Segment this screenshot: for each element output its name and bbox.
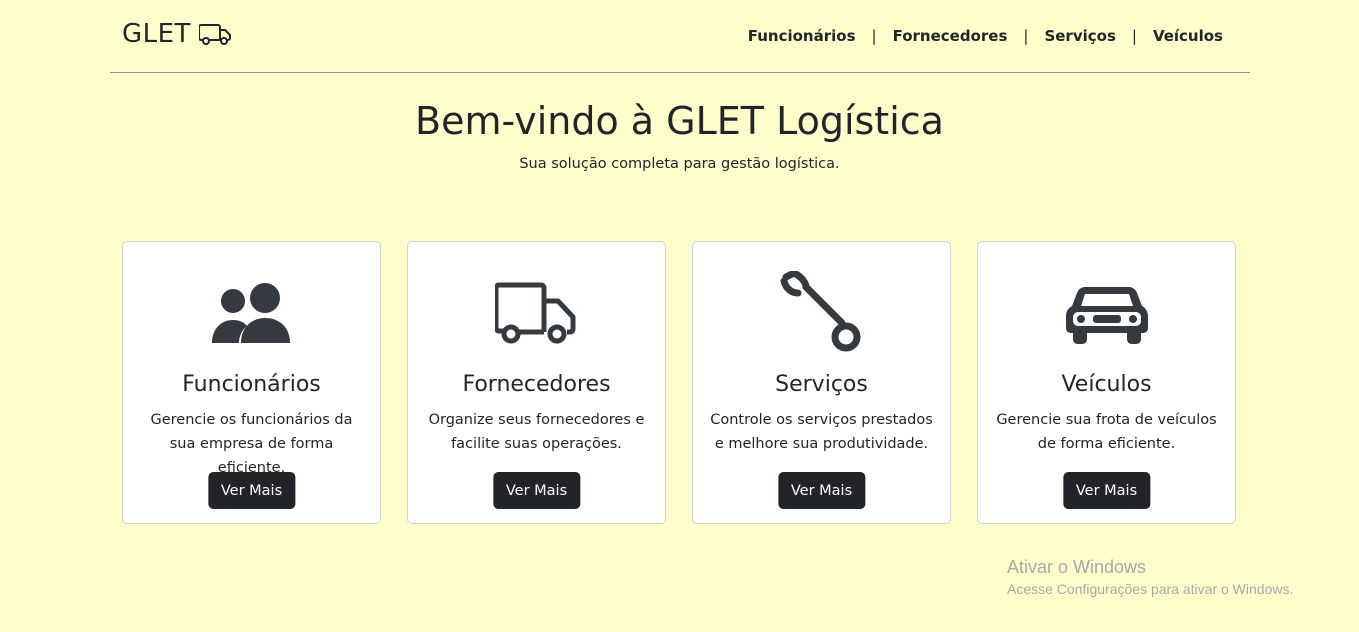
card-description: Organize seus fornecedores e facilite su…: [428, 412, 645, 452]
ver-mais-button-funcionarios[interactable]: Ver Mais: [207, 472, 296, 509]
card-title: Veículos: [1061, 372, 1152, 397]
truck-icon: [198, 24, 231, 45]
watermark-subtitle: Acesse Configurações para ativar o Windo…: [1007, 581, 1294, 597]
site-header: GLET Funcionários | Fornecedores | Servi…: [110, 0, 1250, 73]
people-icon: [211, 283, 290, 343]
nav-separator: |: [1131, 27, 1137, 45]
main-nav: Funcionários | Fornecedores | Serviços |…: [748, 27, 1223, 45]
card-title: Serviços: [775, 372, 868, 397]
watermark-title: Ativar o Windows: [1007, 557, 1147, 577]
ver-mais-button-veiculos[interactable]: Ver Mais: [1062, 472, 1151, 509]
nav-link-funcionarios[interactable]: Funcionários: [748, 27, 856, 45]
card-title: Funcionários: [182, 372, 321, 397]
car-icon: [1065, 287, 1148, 344]
page-title: Bem-vindo à GLET Logística: [415, 99, 944, 143]
wrench-icon: [780, 271, 860, 352]
nav-link-veiculos[interactable]: Veículos: [1153, 27, 1223, 45]
page-subtitle: Sua solução completa para gestão logísti…: [519, 156, 840, 172]
card-description: Gerencie os funcionários da sua empresa …: [150, 412, 353, 476]
brand-logo[interactable]: GLET: [122, 19, 232, 49]
ver-mais-button-servicos[interactable]: Ver Mais: [777, 472, 866, 509]
nav-link-fornecedores[interactable]: Fornecedores: [893, 27, 1008, 45]
windows-activation-watermark: Ativar o Windows Acesse Configurações pa…: [1007, 557, 1293, 597]
ver-mais-button-fornecedores[interactable]: Ver Mais: [492, 472, 581, 509]
truck-icon: [494, 282, 575, 344]
card-fornecedores: Fornecedores Organize seus fornecedores …: [407, 241, 666, 524]
card-description: Gerencie sua frota de veículos de forma …: [996, 412, 1217, 452]
brand-name: GLET: [122, 19, 191, 49]
card-title: Fornecedores: [462, 372, 611, 397]
card-description: Controle os serviços prestados e melhore…: [710, 412, 933, 452]
card-funcionarios: Funcionários Gerencie os funcionários da…: [122, 241, 381, 524]
card-servicos: Serviços Controle os serviços prestados …: [692, 241, 951, 524]
nav-separator: |: [871, 27, 877, 45]
nav-link-servicos[interactable]: Serviços: [1044, 27, 1115, 45]
nav-separator: |: [1023, 27, 1029, 45]
card-veiculos: Veículos Gerencie sua frota de veículos …: [977, 241, 1236, 524]
